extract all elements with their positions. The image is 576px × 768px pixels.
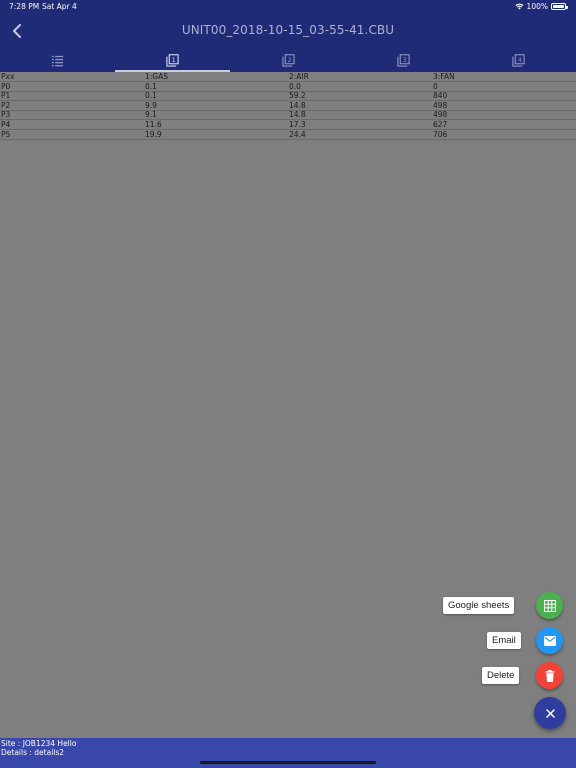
table-cell: P0 [0,81,144,92]
table-cell: P3 [0,110,144,121]
status-indicators: 100% [515,2,568,11]
table-cell: P5 [0,129,144,140]
email-button[interactable] [536,627,563,654]
table-row: P5 19.9 24.4 706 [0,129,576,140]
tab-page-3[interactable]: 3 [346,48,461,72]
page-4-icon: 4 [512,53,525,67]
page-2-number: 2 [287,55,291,63]
table-row: P2 9.9 14.8 498 [0,100,576,111]
tab-bar: 1 2 3 4 [0,48,576,72]
delete-button[interactable] [536,662,563,689]
column-header: 2:AIR [288,72,432,83]
google-sheets-label[interactable]: Google sheets [443,597,515,614]
table-cell: 498 [432,110,576,121]
google-sheets-button[interactable] [536,592,563,619]
table-cell: 706 [432,129,576,140]
close-fab-button[interactable] [534,697,566,729]
table-row: P1 0.1 59.2 840 [0,91,576,102]
table-cell: 14.8 [288,100,432,111]
battery-icon [551,3,568,10]
table-cell: 11.6 [144,119,288,131]
status-time: 7:28 PM [9,2,40,11]
table-cell: 9.1 [144,110,288,121]
table-cell: P2 [0,100,144,111]
page-3-icon: 3 [397,53,410,67]
close-icon [545,708,555,718]
grid-icon [543,599,556,612]
table-cell: 0.0 [288,81,432,92]
app-header: UNIT00_2018-10-15_03-55-41.CBU 1 2 3 4 [0,14,576,72]
table-cell: 9.9 [144,100,288,111]
list-icon [52,55,64,66]
trash-icon [545,669,554,682]
page-2-icon: 2 [281,53,295,67]
data-table: Pxx 1:GAS 2:AIR 3:FAN P0 0.1 0.0 0 P1 0.… [0,72,576,140]
details-info: Details : details2 [1,748,65,757]
job-info-footer: Site : JOB1234 Hello Details : details2 [0,738,576,768]
email-label[interactable]: Email [487,632,521,649]
page-1-number: 1 [172,55,176,63]
table-row: P3 9.1 14.8 498 [0,110,576,121]
wifi-icon [515,3,524,10]
site-info: Site : JOB1234 Hello [1,739,77,748]
page-3-number: 3 [402,55,406,63]
home-indicator[interactable] [200,761,376,764]
table-row: P0 0.1 0.0 0 [0,81,576,92]
status-bar: 7:28 PM Sat Apr 4 100% [0,0,576,14]
mail-icon [543,635,556,646]
tab-list[interactable] [0,48,115,72]
tab-page-4[interactable]: 4 [461,48,576,72]
table-cell: 840 [432,91,576,102]
table-cell: 24.4 [288,129,432,140]
table-header-row: Pxx 1:GAS 2:AIR 3:FAN [0,72,576,83]
table-cell: 498 [432,100,576,111]
table-cell: 0.1 [144,91,288,102]
table-cell: 59.2 [288,91,432,102]
column-header: 3:FAN [432,72,576,83]
table-cell: 14.8 [288,110,432,121]
tab-page-1[interactable]: 1 [115,48,231,72]
tab-page-2[interactable]: 2 [230,48,345,72]
delete-label[interactable]: Delete [482,667,520,684]
table-cell: P1 [0,91,144,102]
page-1-icon: 1 [166,53,179,67]
table-cell: 19.9 [144,129,288,140]
table-cell: 627 [432,119,576,131]
battery-percent: 100% [526,2,548,11]
table-cell: P4 [0,119,144,131]
column-header: Pxx [0,72,144,83]
column-header: 1:GAS [144,72,288,83]
table-cell: 0 [432,81,576,92]
table-row: P4 11.6 17.3 627 [0,119,576,131]
page-title: UNIT00_2018-10-15_03-55-41.CBU [181,23,395,37]
table-cell: 17.3 [288,119,432,131]
table-cell: 0.1 [144,81,288,92]
status-date: Sat Apr 4 [42,2,77,11]
page-4-number: 4 [517,55,521,63]
